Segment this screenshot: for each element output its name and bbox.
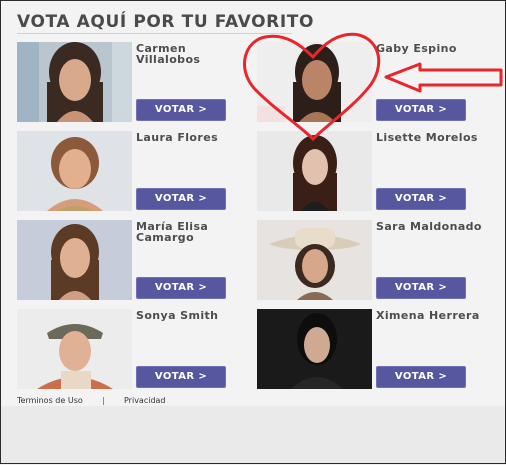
candidate-card-lisette: Lisette Morelos VOTAR > — [257, 131, 489, 211]
candidate-card-sara: Sara Maldonado VOTAR > — [257, 220, 489, 300]
candidate-card-maria: María Elisa Camargo VOTAR > — [17, 220, 249, 300]
candidate-name: María Elisa Camargo — [136, 220, 209, 244]
candidate-photo — [17, 220, 132, 300]
candidate-card-ximena: Ximena Herrera VOTAR > — [257, 309, 489, 389]
candidate-name: Sara Maldonado — [376, 220, 482, 233]
vote-button[interactable]: VOTAR > — [376, 99, 466, 121]
page-title: VOTA AQUÍ POR TU FAVORITO — [17, 12, 314, 32]
candidate-name: Lisette Morelos — [376, 131, 478, 144]
candidate-name: Laura Flores — [136, 131, 219, 144]
vote-panel: VOTA AQUÍ POR TU FAVORITO Carmen Villalo… — [1, 1, 488, 406]
candidate-card-laura: Laura Flores VOTAR > — [17, 131, 249, 211]
terms-link[interactable]: Terminos de Uso — [17, 396, 83, 405]
vote-button[interactable]: VOTAR > — [376, 366, 466, 388]
candidate-name: Gaby Espino — [376, 42, 457, 55]
vote-button[interactable]: VOTAR > — [136, 99, 226, 121]
vote-button[interactable]: VOTAR > — [376, 188, 466, 210]
vote-button[interactable]: VOTAR > — [136, 188, 226, 210]
bottom-band — [1, 406, 505, 463]
window-frame: VOTA AQUÍ POR TU FAVORITO Carmen Villalo… — [0, 0, 506, 464]
title-divider — [17, 33, 292, 34]
vote-button[interactable]: VOTAR > — [136, 366, 226, 388]
privacy-link[interactable]: Privacidad — [124, 396, 166, 405]
candidate-photo — [17, 309, 132, 389]
candidate-photo — [257, 42, 372, 122]
vote-button[interactable]: VOTAR > — [376, 277, 466, 299]
candidate-photo — [17, 131, 132, 211]
candidate-photo — [257, 220, 372, 300]
candidate-card-sonya: Sonya Smith VOTAR > — [17, 309, 249, 389]
candidate-photo — [257, 131, 372, 211]
candidate-name: Ximena Herrera — [376, 309, 480, 322]
candidate-photo — [17, 42, 132, 122]
side-rail — [488, 1, 505, 406]
vote-button[interactable]: VOTAR > — [136, 277, 226, 299]
candidate-name: Carmen Villalobos — [136, 42, 201, 66]
candidate-photo — [257, 309, 372, 389]
candidate-name: Sonya Smith — [136, 309, 219, 322]
candidate-card-carmen: Carmen Villalobos VOTAR > — [17, 42, 249, 122]
footer-separator: | — [102, 396, 105, 405]
candidate-card-gaby: Gaby Espino VOTAR > — [257, 42, 489, 122]
